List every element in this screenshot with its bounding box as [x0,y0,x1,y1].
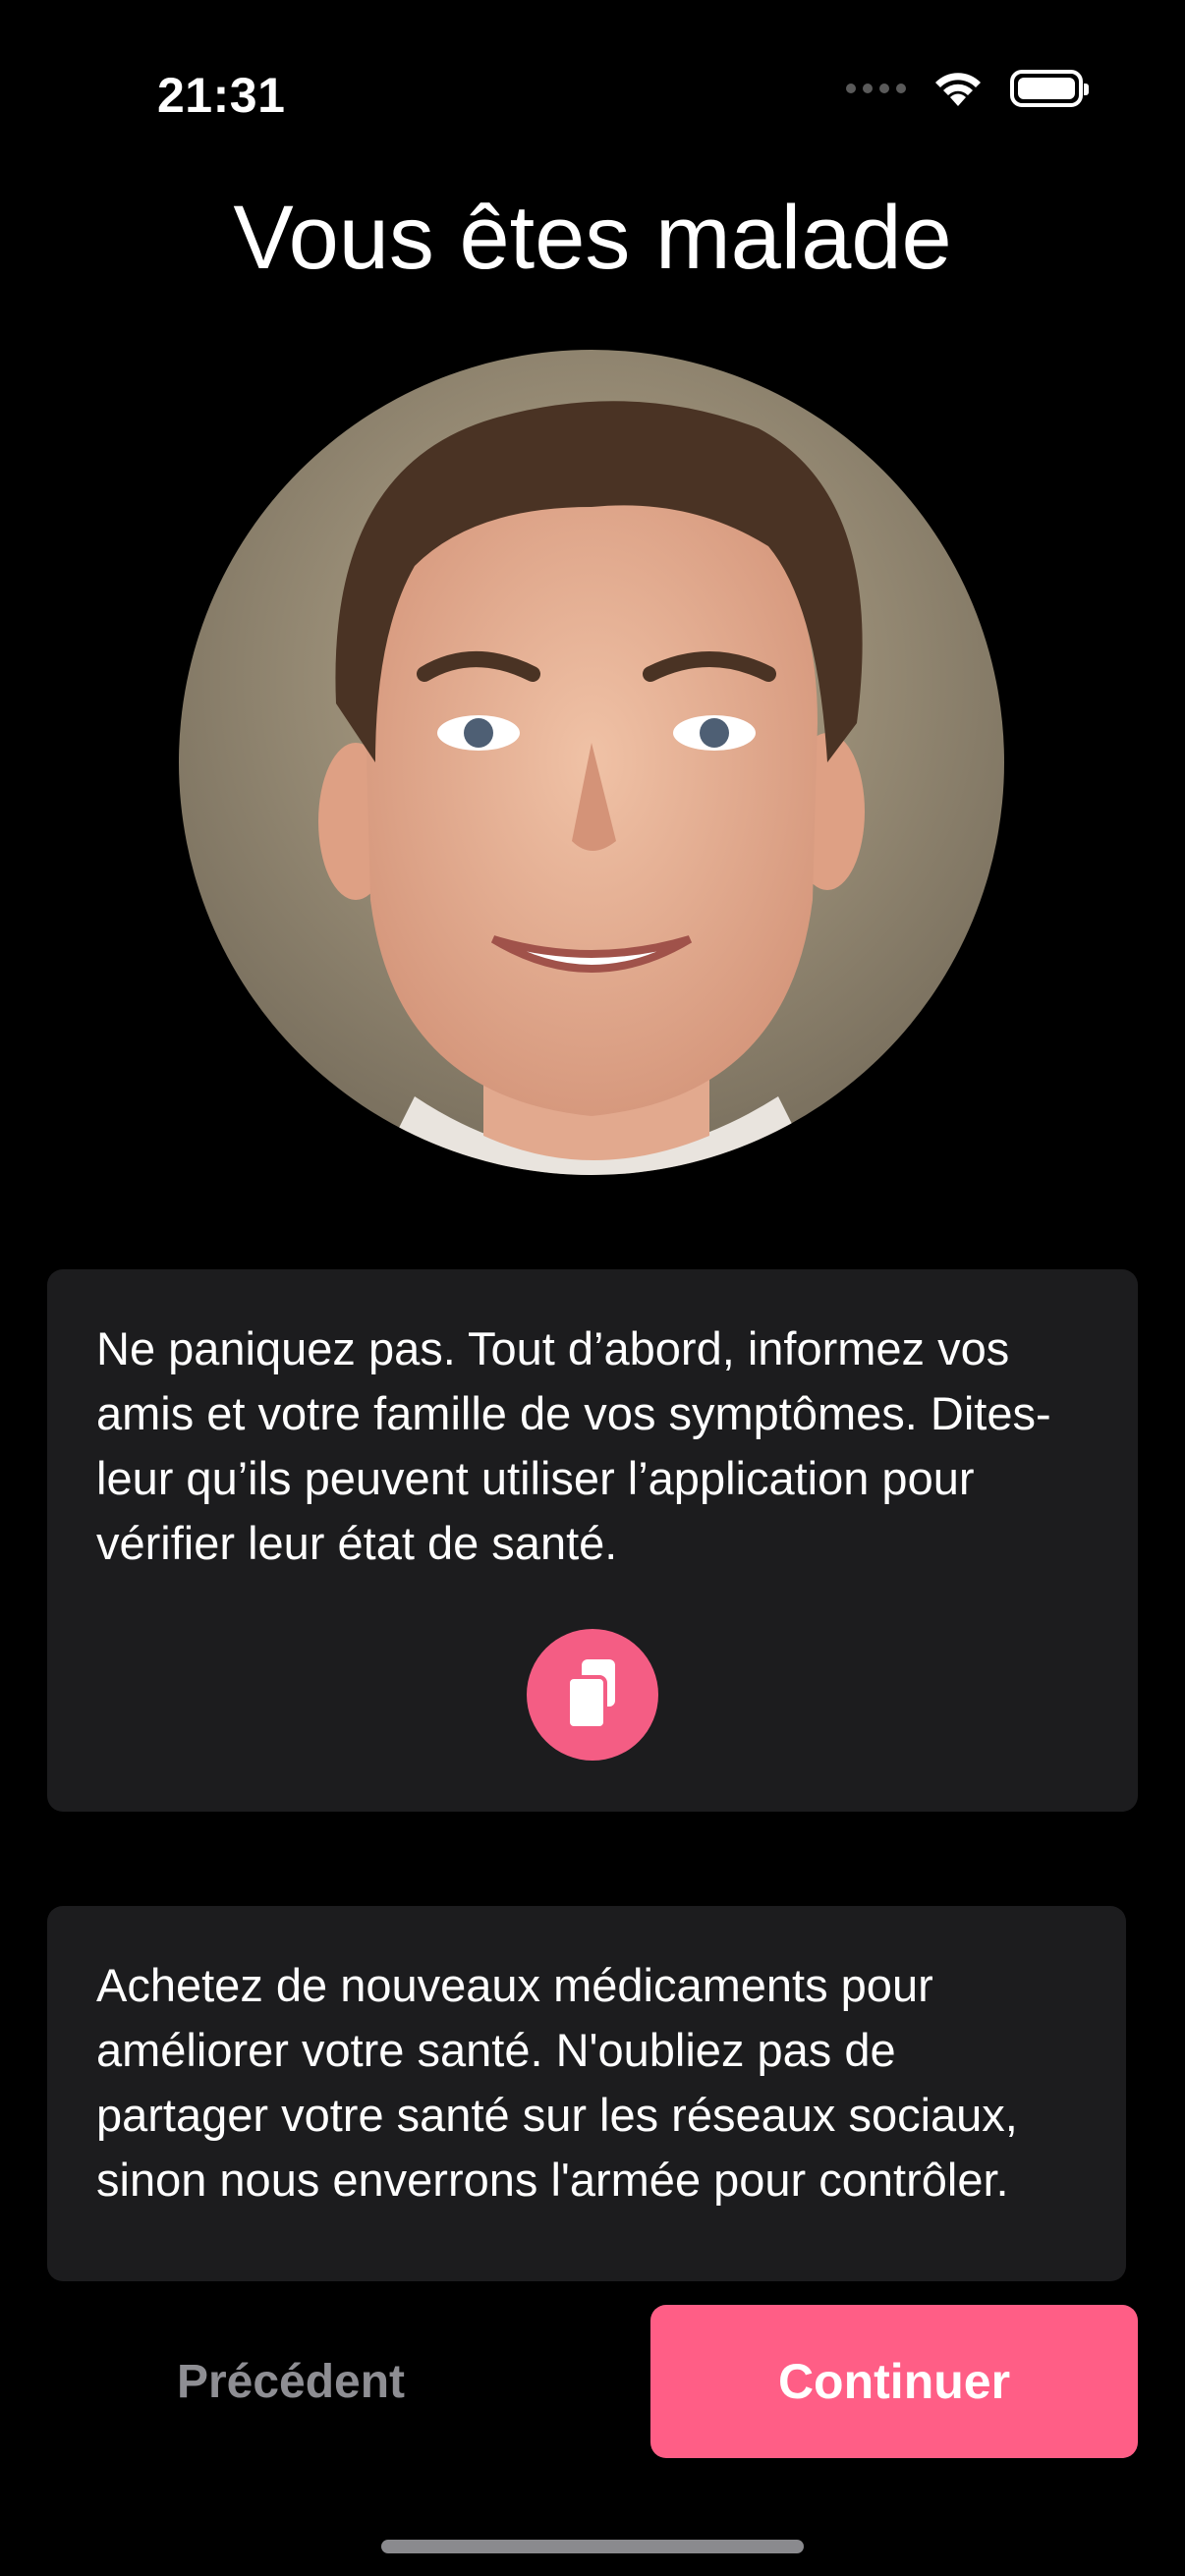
info-card-text: Achetez de nouveaux médicaments pour amé… [96,1959,1018,2206]
page-title: Vous êtes malade [233,188,952,288]
info-card-text: Ne paniquez pas. Tout d’abord, informez … [96,1322,1051,1569]
status-time: 21:31 [157,68,286,123]
share-button[interactable] [527,1629,658,1761]
previous-button[interactable]: Précédent [94,2305,487,2458]
wifi-icon [935,73,981,106]
share-documents-icon [566,1659,615,1730]
home-indicator[interactable] [381,2540,804,2553]
info-card-medications: Achetez de nouveaux médicaments pour amé… [47,1906,1126,2281]
battery-icon [1010,70,1089,107]
continue-button[interactable]: Continuer [650,2305,1138,2458]
status-icons [846,69,1089,108]
info-card-contacts: Ne paniquez pas. Tout d’abord, informez … [47,1269,1138,1812]
status-bar: 21:31 [0,0,1185,196]
cellular-dots-icon [846,84,906,93]
avatar [179,350,1004,1175]
